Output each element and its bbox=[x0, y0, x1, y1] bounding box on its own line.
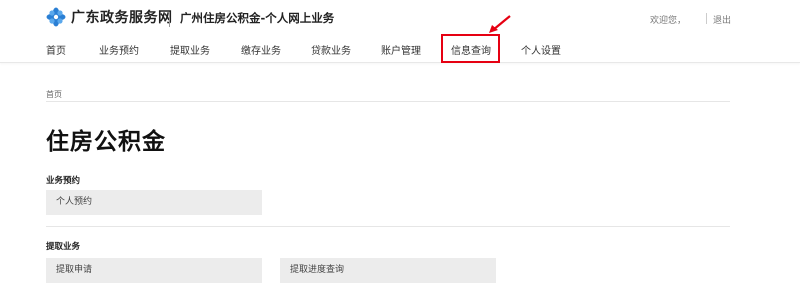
section-divider bbox=[46, 226, 730, 227]
logo-flower-icon bbox=[46, 7, 66, 27]
nav-highlight-box bbox=[441, 34, 500, 63]
header: 广东政务服务网 广州住房公积金-个人网上业务 欢迎您， 退出 首页 业务预约 提… bbox=[0, 0, 800, 63]
nav-item-loan[interactable]: 贷款业务 bbox=[311, 42, 351, 57]
logout-link[interactable]: 退出 bbox=[713, 13, 731, 26]
nav-item-settings[interactable]: 个人设置 bbox=[521, 42, 561, 57]
main-nav: 首页 业务预约 提取业务 缴存业务 贷款业务 账户管理 信息查询 个人设置 bbox=[0, 38, 800, 58]
section-title-withdrawal: 提取业务 bbox=[46, 242, 81, 252]
page-title: 住房公积金 bbox=[46, 129, 166, 155]
breadcrumb[interactable]: 首页 bbox=[46, 89, 62, 100]
welcome-text: 欢迎您， bbox=[650, 16, 687, 26]
card-withdrawal-progress[interactable]: 提取进度查询 bbox=[280, 258, 496, 283]
title-divider bbox=[169, 12, 170, 27]
card-personal-appointment[interactable]: 个人预约 bbox=[46, 190, 262, 215]
red-arrow-icon bbox=[489, 15, 511, 33]
nav-item-account[interactable]: 账户管理 bbox=[381, 42, 421, 57]
nav-item-deposit[interactable]: 缴存业务 bbox=[241, 42, 281, 57]
site-title: 广州住房公积金-个人网上业务 bbox=[180, 11, 335, 25]
nav-item-withdrawal[interactable]: 提取业务 bbox=[170, 42, 210, 57]
logo[interactable]: 广东政务服务网 bbox=[46, 7, 173, 27]
nav-item-appointment[interactable]: 业务预约 bbox=[99, 42, 139, 57]
section-title-appointment: 业务预约 bbox=[46, 176, 81, 186]
breadcrumb-divider bbox=[46, 101, 730, 102]
card-withdrawal-apply[interactable]: 提取申请 bbox=[46, 258, 262, 283]
logo-text: 广东政务服务网 bbox=[71, 10, 173, 26]
user-divider bbox=[706, 13, 707, 24]
nav-item-home[interactable]: 首页 bbox=[46, 42, 66, 57]
